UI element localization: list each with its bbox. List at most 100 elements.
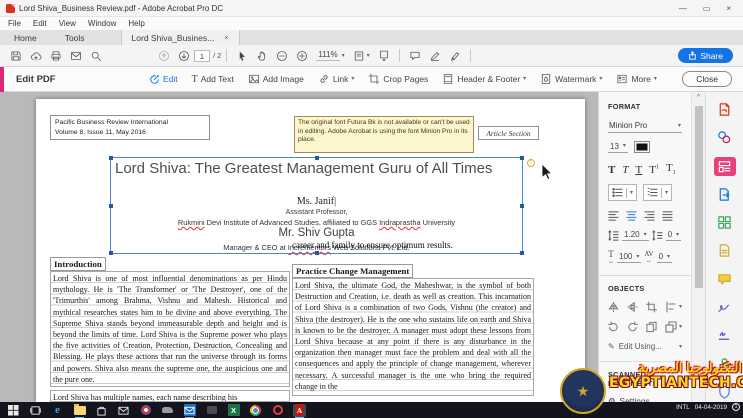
taskbar-excel[interactable]: X [227, 404, 240, 417]
sign-ink-tool[interactable] [714, 326, 736, 345]
task-view-button[interactable] [29, 404, 42, 417]
comment-tool-button[interactable] [405, 48, 425, 64]
upload-cloud-button[interactable] [26, 48, 46, 64]
font-warning-badge[interactable]: ! [527, 159, 535, 167]
save-button[interactable] [6, 48, 26, 64]
article-section-textbox[interactable]: Article Section [478, 126, 539, 140]
taskbar-store[interactable] [95, 404, 108, 417]
selection-handle[interactable] [520, 204, 524, 208]
crop-pages-button[interactable]: Crop Pages [361, 73, 435, 85]
print-button[interactable] [46, 48, 66, 64]
page-display-button[interactable] [374, 48, 394, 64]
scrollbar-thumb[interactable] [695, 106, 703, 288]
arrange-dropdown[interactable]: ▾ [665, 321, 682, 333]
taskbar-app2[interactable] [205, 404, 218, 417]
taskbar-edge[interactable]: e [51, 404, 64, 417]
rotate-right-button[interactable] [627, 321, 638, 333]
menu-view[interactable]: View [59, 19, 76, 28]
selection-handle[interactable] [315, 251, 319, 255]
taskbar-acrobat-active[interactable]: A [293, 404, 306, 417]
more-dropdown[interactable]: More ▾ [609, 73, 663, 85]
menu-file[interactable]: File [8, 19, 21, 28]
next-page-button[interactable] [174, 48, 194, 64]
underline-button[interactable]: T [635, 164, 642, 176]
selection-handle[interactable] [315, 156, 319, 160]
header-footer-dropdown[interactable]: Header & Footer ▾ [435, 73, 533, 85]
bold-button[interactable]: T [608, 164, 615, 176]
horizontal-scale-dropdown[interactable]: 100 ▾ [617, 252, 641, 263]
edit-using-dropdown[interactable]: ✎ Edit Using... ▾ [608, 342, 682, 351]
taskbar-mail[interactable] [117, 404, 130, 417]
watermark-dropdown[interactable]: Watermark ▾ [533, 73, 609, 85]
find-button[interactable] [86, 48, 106, 64]
menu-help[interactable]: Help [128, 19, 144, 28]
align-center-button[interactable] [626, 210, 637, 221]
left-heading-textbox[interactable]: Introduction [50, 257, 106, 271]
journal-header-textbox[interactable]: Pacific Business Review International Vo… [50, 115, 210, 140]
character-spacing-dropdown[interactable]: 0 ▾ [657, 252, 672, 263]
italic-button[interactable]: T [622, 164, 628, 176]
menu-edit[interactable]: Edit [33, 19, 47, 28]
share-button[interactable]: Share [678, 48, 733, 63]
tray-date[interactable]: 04-04-2019 [695, 404, 727, 411]
bulleted-list-dropdown[interactable]: ▾ [608, 184, 637, 201]
start-button[interactable] [7, 404, 20, 417]
taskbar-file-explorer[interactable] [73, 404, 86, 417]
flip-horizontal-button[interactable] [608, 301, 619, 313]
menu-window[interactable]: Window [88, 19, 116, 28]
restore-button[interactable]: ▭ [703, 4, 711, 13]
panel-scrollbar[interactable]: ^ [691, 92, 705, 402]
align-left-button[interactable] [608, 210, 619, 221]
add-text-button[interactable]: T Add Text [185, 74, 241, 85]
font-size-dropdown[interactable]: 13 ▾ [608, 142, 628, 153]
flip-vertical-button[interactable] [627, 301, 638, 313]
zoom-out-button[interactable] [272, 48, 292, 64]
crop-object-button[interactable] [646, 301, 657, 313]
email-button[interactable] [66, 48, 86, 64]
right-paragraph-textbox[interactable]: Lord Shiva, the ultimate God, the Mahesh… [292, 278, 534, 396]
link-dropdown[interactable]: Link ▾ [311, 73, 362, 85]
replace-image-button[interactable] [646, 321, 657, 333]
selection-handle[interactable] [520, 251, 524, 255]
export-pdf-tool[interactable] [714, 185, 736, 204]
highlight-tool-button[interactable] [445, 48, 465, 64]
fill-sign-tool[interactable] [714, 298, 736, 317]
subscript-button[interactable]: T1 [666, 162, 676, 176]
redact-tool[interactable] [714, 241, 736, 260]
tab-home[interactable]: Home [0, 30, 51, 45]
paragraph-spacing-dropdown[interactable]: 0 ▾ [666, 230, 681, 241]
left-paragraph-textbox[interactable]: Lord Shiva is one of most influential de… [50, 271, 290, 387]
comment-tool[interactable] [714, 270, 736, 289]
rotate-left-button[interactable] [608, 321, 619, 333]
zoom-level-dropdown[interactable]: 111% ▾ [312, 48, 348, 63]
edit-pdf-tool-active[interactable] [714, 157, 736, 176]
select-tool-button[interactable] [232, 48, 252, 64]
taskbar-recorder[interactable] [271, 404, 284, 417]
fit-page-dropdown[interactable]: ▾ [349, 48, 374, 64]
align-justify-button[interactable] [662, 210, 673, 221]
minimize-button[interactable]: — [679, 4, 687, 13]
notification-badge[interactable]: 1 [732, 403, 740, 411]
taskbar-outlook[interactable] [183, 404, 196, 417]
tab-close-icon[interactable]: × [224, 33, 228, 42]
edit-mode-button[interactable]: Edit [142, 74, 185, 85]
taskbar-photos[interactable] [139, 404, 152, 417]
hand-tool-button[interactable] [252, 48, 272, 64]
right-heading-textbox[interactable]: Practice Change Management [292, 264, 413, 278]
page-number-input[interactable]: 1 [194, 50, 210, 62]
previous-page-button[interactable] [154, 48, 174, 64]
align-right-button[interactable] [644, 210, 655, 221]
font-family-dropdown[interactable]: Minion Pro ▾ [608, 119, 682, 133]
close-edit-button[interactable]: Close [682, 71, 732, 87]
selection-handle[interactable] [109, 204, 113, 208]
tab-document[interactable]: Lord Shiva_Busines... × [121, 30, 240, 45]
organize-pages-tool[interactable] [714, 213, 736, 232]
taskbar-chrome[interactable] [249, 404, 262, 417]
font-color-swatch[interactable] [634, 141, 650, 153]
selection-handle[interactable] [520, 156, 524, 160]
scroll-up-arrow[interactable]: ^ [692, 92, 705, 104]
selection-handle[interactable] [109, 251, 113, 255]
line-spacing-dropdown[interactable]: 1.20 ▾ [622, 230, 649, 241]
object-align-dropdown[interactable]: ▾ [665, 301, 682, 313]
combine-files-tool[interactable] [714, 128, 736, 147]
